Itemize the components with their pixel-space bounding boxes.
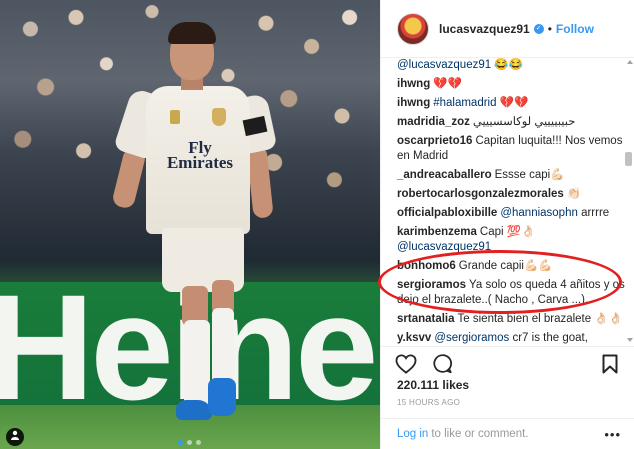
- comment-icon[interactable]: [431, 353, 453, 375]
- action-bar: [381, 346, 634, 380]
- player-hair: [168, 22, 216, 44]
- comment-mention[interactable]: @lucasvazquez91: [397, 241, 491, 253]
- comment-item: srtanatalia Te sienta bien el brazalete 👌…: [397, 312, 625, 327]
- comment-username[interactable]: oscarprieto16: [397, 135, 472, 147]
- comment-username[interactable]: karimbenzema: [397, 226, 477, 238]
- comment-item: ihwng 💔💔: [397, 77, 625, 92]
- tagged-user-icon[interactable]: [6, 428, 24, 446]
- comment-item: officialpabloxibille @hanniasophn arrrre: [397, 206, 625, 221]
- comment-mention[interactable]: @sergioramos: [434, 332, 509, 344]
- player-left-sock: [184, 320, 210, 406]
- comment-username[interactable]: ihwng: [397, 97, 430, 109]
- comment-item: @lucasvazquez91 😂😂: [397, 58, 625, 73]
- avatar[interactable]: [397, 12, 429, 45]
- comment-item: madridia_zoz حبيبييييي لوكاسسيييي: [397, 115, 625, 130]
- comment-username[interactable]: robertocarlosgonzalezmorales: [397, 188, 564, 200]
- scroll-down-arrow-icon[interactable]: [627, 338, 633, 342]
- comment-text: حبيبييييي لوكاسسيييي: [472, 116, 576, 128]
- likes-number: 220.111: [397, 378, 440, 392]
- shirt-sponsor: Fly Emirates: [166, 138, 234, 172]
- comment-mention[interactable]: @hanniasophn: [500, 207, 578, 219]
- comment-text: Grande capii💪🏻💪🏻: [458, 260, 553, 272]
- comment-text: Te sienta bien el brazalete 👌🏻👌🏻: [457, 313, 623, 325]
- player-right-arm: [246, 145, 274, 219]
- carousel-dot[interactable]: [187, 440, 192, 445]
- comment-item: robertocarlosgonzalezmorales 👏🏻: [397, 187, 625, 202]
- likes-label: likes: [442, 378, 470, 392]
- carousel-dots: [178, 440, 201, 445]
- comment-username[interactable]: srtanatalia: [397, 313, 455, 325]
- player-left-boot: [176, 400, 212, 420]
- club-crest-icon: [212, 108, 226, 126]
- comment-text: Capi 💯👌🏻: [479, 226, 536, 238]
- post-timestamp[interactable]: 15 HOURS AGO: [397, 398, 460, 407]
- more-options-icon[interactable]: •••: [604, 427, 621, 442]
- comment-item: karimbenzema Capi 💯👌🏻 @lucasvazquez91: [397, 225, 625, 255]
- comment-mention[interactable]: @lucasvazquez91: [397, 59, 491, 71]
- post-sidebar: lucasvazquez91 ✓ • Follow @lucasvazquez9…: [380, 0, 634, 449]
- login-link[interactable]: Log in: [397, 428, 428, 440]
- heart-icon[interactable]: [395, 353, 417, 375]
- carousel-dot[interactable]: [196, 440, 201, 445]
- verified-badge-icon: ✓: [533, 23, 544, 34]
- login-prompt-text: to like or comment.: [431, 428, 529, 440]
- comment-text: 💔💔: [496, 97, 529, 109]
- comment-username[interactable]: ihwng: [397, 78, 430, 90]
- username-link[interactable]: lucasvazquez91: [439, 22, 530, 36]
- scroll-up-arrow-icon[interactable]: [627, 60, 633, 64]
- shirt-badge: [170, 110, 180, 124]
- comment-item: ihwng #halamadrid 💔💔: [397, 96, 625, 111]
- comment-text: Essse capi💪🏻: [494, 169, 565, 181]
- post-photo[interactable]: Heine Fly Emirates: [0, 0, 380, 449]
- comments-list[interactable]: @lucasvazquez91 😂😂 ihwng 💔💔 ihwng #halamad…: [381, 58, 634, 346]
- comment-hashtag[interactable]: #halamadrid: [433, 97, 496, 109]
- comment-username[interactable]: y.ksvv: [397, 332, 431, 344]
- comments-scrollbar[interactable]: [625, 152, 632, 166]
- player-right-sock: [212, 308, 234, 386]
- post-header: lucasvazquez91 ✓ • Follow: [381, 0, 634, 58]
- comment-item: oscarprieto16 Capitan luquita!!! Nos vemo…: [397, 134, 625, 164]
- bookmark-icon[interactable]: [599, 353, 621, 375]
- comment-text: 💔💔: [433, 78, 462, 90]
- comment-item: y.ksvv@sergioramos cr7 is the goat, carv…: [397, 331, 625, 346]
- comment-text: 😂😂: [491, 59, 523, 71]
- player: Fly Emirates: [0, 0, 380, 449]
- comment-item: sergioramos Ya solo os queda 4 añitos y o…: [397, 278, 625, 308]
- comment-username[interactable]: _andreacaballero: [397, 169, 492, 181]
- separator: •: [547, 21, 552, 36]
- comment-footer: Log in to like or comment. •••: [381, 418, 634, 449]
- comment-username[interactable]: sergioramos: [397, 279, 466, 291]
- comment-item: bonhomo6 Grande capii💪🏻💪🏻: [397, 259, 625, 274]
- player-right-boot: [208, 378, 236, 416]
- follow-button[interactable]: Follow: [556, 22, 594, 36]
- comment-username[interactable]: bonhomo6: [397, 260, 456, 272]
- comment-text: arrrre: [577, 207, 610, 219]
- likes-count[interactable]: 220.111 likes: [397, 378, 469, 392]
- carousel-dot[interactable]: [178, 440, 183, 445]
- comment-item: _andreacaballero Essse capi💪🏻: [397, 168, 625, 183]
- comment-username[interactable]: officialpabloxibille: [397, 207, 497, 219]
- comment-text: 👏🏻: [566, 188, 582, 200]
- comment-username[interactable]: madridia_zoz: [397, 116, 470, 128]
